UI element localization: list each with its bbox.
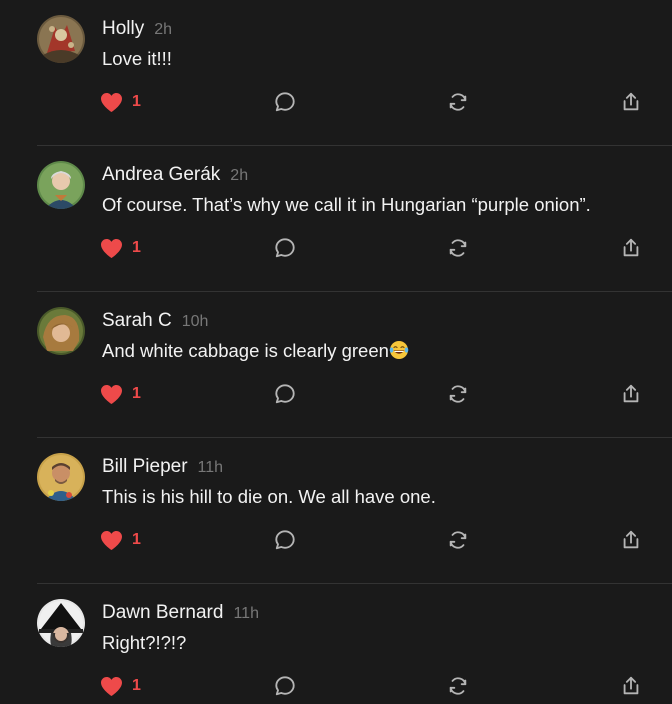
like-button[interactable]: 1	[100, 234, 141, 262]
comment-header: Sarah C 10h	[102, 310, 208, 334]
avatar-dawn-icon	[37, 599, 85, 647]
reply-button[interactable]	[274, 234, 296, 262]
author-name[interactable]: Sarah C	[102, 310, 172, 332]
heart-icon	[101, 384, 122, 404]
restack-button[interactable]	[447, 234, 469, 262]
speech-bubble-icon	[275, 530, 295, 550]
reply-button[interactable]	[274, 380, 296, 408]
heart-icon	[101, 92, 122, 112]
reply-button[interactable]	[274, 672, 296, 700]
like-count: 1	[132, 93, 141, 110]
comment-text-content: And white cabbage is clearly green	[102, 340, 389, 361]
timestamp[interactable]: 2h	[154, 21, 172, 39]
timestamp[interactable]: 11h	[233, 605, 259, 623]
avatar-bill-icon	[37, 453, 85, 501]
reply-button[interactable]	[274, 88, 296, 116]
restack-icon	[449, 93, 467, 111]
share-button[interactable]	[620, 526, 642, 554]
restack-button[interactable]	[447, 526, 469, 554]
share-icon	[623, 384, 639, 403]
comment: Andrea Gerák 2h Of course. That’s why we…	[0, 146, 672, 292]
timestamp[interactable]: 11h	[198, 459, 224, 477]
avatar[interactable]	[37, 453, 85, 501]
heart-icon	[101, 676, 122, 696]
speech-bubble-icon	[275, 238, 295, 258]
like-count: 1	[132, 531, 141, 548]
like-count: 1	[132, 239, 141, 256]
like-count: 1	[132, 385, 141, 402]
comment-text: Love it!!!	[102, 48, 172, 69]
author-name[interactable]: Andrea Gerák	[102, 164, 220, 186]
speech-bubble-icon	[275, 384, 295, 404]
avatar[interactable]	[37, 15, 85, 63]
author-name[interactable]: Holly	[102, 18, 144, 40]
comment-actions: 1	[0, 234, 672, 262]
timestamp[interactable]: 2h	[230, 167, 248, 185]
comment-text: Right?!?!?	[102, 632, 187, 653]
avatar[interactable]	[37, 307, 85, 355]
comment-thread: Holly 2h Love it!!! 1 Andrea Gerák 2h Of…	[0, 0, 672, 704]
comment-text: Of course. That’s why we call it in Hung…	[102, 194, 591, 215]
restack-icon	[449, 385, 467, 403]
reply-button[interactable]	[274, 526, 296, 554]
restack-button[interactable]	[447, 380, 469, 408]
speech-bubble-icon	[275, 92, 295, 112]
comment-actions: 1	[0, 88, 672, 116]
avatar[interactable]	[37, 599, 85, 647]
restack-icon	[449, 677, 467, 695]
comment-actions: 1	[0, 380, 672, 408]
avatar-sarah-icon	[37, 307, 85, 355]
share-button[interactable]	[620, 380, 642, 408]
restack-button[interactable]	[447, 672, 469, 700]
comment-header: Andrea Gerák 2h	[102, 164, 248, 188]
comment-header: Holly 2h	[102, 18, 172, 42]
comment-actions: 1	[0, 526, 672, 554]
avatar-andrea-icon	[37, 161, 85, 209]
author-name[interactable]: Bill Pieper	[102, 456, 188, 478]
restack-button[interactable]	[447, 88, 469, 116]
share-icon	[623, 530, 639, 549]
timestamp[interactable]: 10h	[182, 313, 209, 331]
share-button[interactable]	[620, 672, 642, 700]
comment-text: This is his hill to die on. We all have …	[102, 486, 436, 507]
share-icon	[623, 92, 639, 111]
restack-icon	[449, 531, 467, 549]
like-button[interactable]: 1	[100, 672, 141, 700]
share-icon	[623, 676, 639, 695]
comment: Holly 2h Love it!!! 1	[0, 0, 672, 146]
comment-header: Bill Pieper 11h	[102, 456, 223, 480]
comment-header: Dawn Bernard 11h	[102, 602, 259, 626]
comment-actions: 1	[0, 672, 672, 700]
comment: Sarah C 10h And white cabbage is clearly…	[0, 292, 672, 438]
laughing-crying-emoji-icon	[389, 341, 409, 359]
like-button[interactable]: 1	[100, 526, 141, 554]
restack-icon	[449, 239, 467, 257]
share-button[interactable]	[620, 88, 642, 116]
heart-icon	[101, 238, 122, 258]
share-button[interactable]	[620, 234, 642, 262]
like-count: 1	[132, 677, 141, 694]
comment: Dawn Bernard 11h Right?!?!? 1	[0, 584, 672, 704]
avatar-holly-icon	[37, 15, 85, 63]
like-button[interactable]: 1	[100, 380, 141, 408]
author-name[interactable]: Dawn Bernard	[102, 602, 223, 624]
comment-text: And white cabbage is clearly green	[102, 340, 409, 362]
like-button[interactable]: 1	[100, 88, 141, 116]
heart-icon	[101, 530, 122, 550]
comment: Bill Pieper 11h This is his hill to die …	[0, 438, 672, 584]
share-icon	[623, 238, 639, 257]
speech-bubble-icon	[275, 676, 295, 696]
avatar[interactable]	[37, 161, 85, 209]
